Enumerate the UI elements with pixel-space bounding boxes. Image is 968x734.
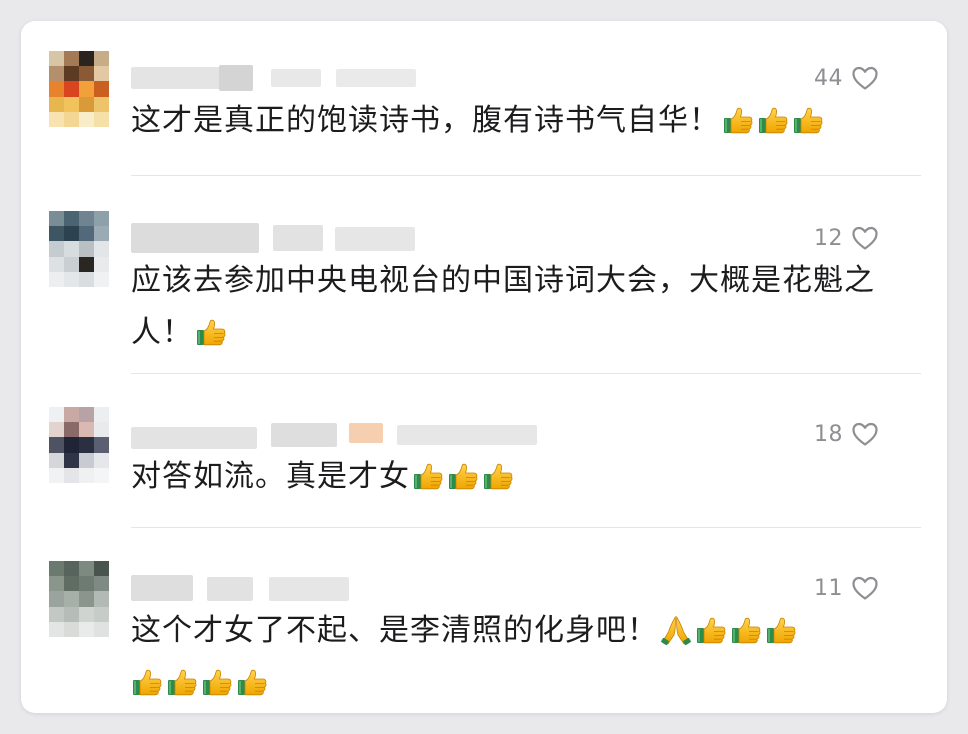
thumbs-up-icon [792, 104, 824, 136]
comment-body: 这才是真正的饱读诗书，腹有诗书气自华！ [131, 103, 720, 138]
emoji-run [660, 614, 797, 646]
thumbs-up-icon [131, 666, 163, 698]
emoji-run [722, 104, 824, 136]
thumbs-up-icon [412, 460, 444, 492]
thumbs-up-icon [236, 666, 268, 698]
avatar[interactable] [49, 211, 109, 287]
thumbs-up-icon [195, 316, 227, 348]
username-blurred[interactable] [131, 223, 431, 255]
like-control[interactable]: 18 [814, 419, 879, 449]
comment-body: 这个才女了不起、是李清照的化身吧！ [131, 613, 658, 648]
thumbs-up-icon [482, 460, 514, 492]
thumbs-up-icon [722, 104, 754, 136]
comments-card: 44 这才是真正的饱读诗书，腹有诗书气自华！ 12 应该去参加中央电视台的中国诗… [21, 21, 947, 713]
comment-text: 对答如流。真是才女 [131, 451, 901, 503]
heart-outline-icon[interactable] [851, 225, 879, 251]
username-blurred[interactable] [131, 419, 537, 451]
comment-text: 这个才女了不起、是李清照的化身吧！ [131, 605, 901, 709]
divider [131, 373, 921, 374]
comment-body: 应该去参加中央电视台的中国诗词大会，大概是花魁之人！ [131, 263, 875, 350]
emoji-run [412, 460, 514, 492]
heart-outline-icon[interactable] [851, 65, 879, 91]
avatar[interactable] [49, 561, 109, 637]
thumbs-up-icon [695, 614, 727, 646]
emoji-run [131, 666, 268, 698]
thumbs-up-icon [166, 666, 198, 698]
thumbs-up-icon [730, 614, 762, 646]
username-blurred[interactable] [131, 63, 431, 95]
like-count: 18 [814, 421, 843, 447]
like-count: 44 [814, 65, 843, 91]
heart-outline-icon[interactable] [851, 421, 879, 447]
like-control[interactable]: 12 [814, 223, 879, 253]
thumbs-up-icon [757, 104, 789, 136]
thumbs-up-icon [201, 666, 233, 698]
avatar[interactable] [49, 407, 109, 483]
like-control[interactable]: 44 [814, 63, 879, 93]
comment-text: 应该去参加中央电视台的中国诗词大会，大概是花魁之人！ [131, 255, 901, 359]
divider [131, 527, 921, 528]
folded-hands-icon [660, 614, 692, 646]
comment-body: 对答如流。真是才女 [131, 459, 410, 494]
divider [131, 175, 921, 176]
comment-text: 这才是真正的饱读诗书，腹有诗书气自华！ [131, 95, 901, 147]
emoji-run [195, 316, 227, 348]
heart-outline-icon[interactable] [851, 575, 879, 601]
thumbs-up-icon [447, 460, 479, 492]
avatar[interactable] [49, 51, 109, 127]
like-count: 12 [814, 225, 843, 251]
like-control[interactable]: 11 [814, 573, 879, 603]
like-count: 11 [814, 575, 843, 601]
thumbs-up-icon [765, 614, 797, 646]
username-blurred[interactable] [131, 573, 431, 605]
